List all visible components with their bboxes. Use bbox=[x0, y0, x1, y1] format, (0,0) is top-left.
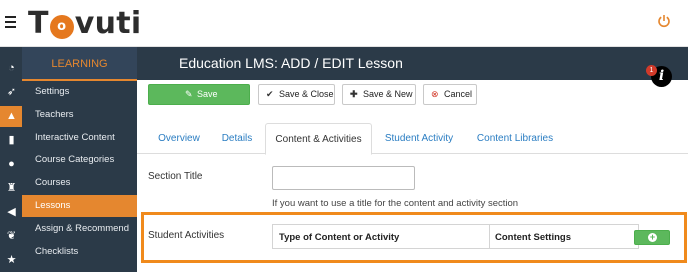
trophy-icon[interactable]: ♜ bbox=[5, 182, 18, 195]
cancel-label: Cancel bbox=[444, 89, 473, 99]
sidebar-item-course-categories[interactable]: Course Categories bbox=[22, 149, 137, 171]
bar-chart-icon[interactable]: ▮ bbox=[5, 134, 18, 147]
tab-student-activity[interactable]: Student Activity bbox=[380, 123, 458, 154]
sidebar-title: LEARNING bbox=[22, 47, 137, 81]
save-close-button[interactable]: ✔ Save & Close bbox=[258, 84, 335, 105]
logo-text-left: T bbox=[28, 6, 49, 41]
notification-badge: 1 bbox=[646, 65, 657, 76]
table-header-settings: Content Settings bbox=[489, 225, 640, 248]
tab-overview[interactable]: Overview bbox=[148, 123, 210, 154]
save-icon: ✎ bbox=[185, 89, 193, 99]
sidebar-item-assign-recommend[interactable]: Assign & Recommend bbox=[22, 218, 137, 240]
rocket-icon[interactable]: ➶ bbox=[5, 86, 18, 99]
cancel-button[interactable]: ⊗ Cancel bbox=[423, 84, 477, 105]
hamburger-menu-icon[interactable] bbox=[5, 16, 16, 28]
gauge-icon[interactable]: ◔ bbox=[5, 62, 18, 75]
sidebar-item-teachers[interactable]: Teachers bbox=[22, 104, 137, 126]
main-content: Education LMS: ADD / EDIT Lesson i 1 ✎ Sa… bbox=[137, 47, 688, 272]
star-icon[interactable]: ★ bbox=[5, 254, 18, 267]
top-bar: To vuti bbox=[0, 0, 688, 47]
check-icon: ✔ bbox=[266, 89, 274, 99]
section-title-input[interactable] bbox=[272, 166, 415, 190]
users-icon[interactable]: ● bbox=[5, 158, 18, 171]
add-activity-button[interactable]: + bbox=[634, 230, 670, 245]
leaf-icon[interactable]: ❦ bbox=[5, 230, 18, 243]
power-icon[interactable] bbox=[657, 14, 671, 28]
sidebar-item-settings[interactable]: Settings bbox=[22, 81, 137, 103]
icon-rail: ◔ ➶ ▲ ▮ ● ♜ ◀ ❦ ★ bbox=[0, 47, 22, 272]
sidebar-item-courses[interactable]: Courses bbox=[22, 172, 137, 194]
page-title: Education LMS: ADD / EDIT Lesson bbox=[137, 47, 688, 80]
section-title-help: If you want to use a title for the conte… bbox=[272, 198, 519, 209]
logo-text-right: vuti bbox=[74, 6, 142, 41]
save-new-button[interactable]: ✚ Save & New bbox=[342, 84, 416, 105]
graduation-cap-icon[interactable]: ▲ bbox=[5, 110, 18, 123]
tab-details[interactable]: Details bbox=[217, 123, 257, 154]
save-button[interactable]: ✎ Save bbox=[148, 84, 250, 105]
cancel-icon: ⊗ bbox=[431, 89, 439, 99]
add-icon: + bbox=[648, 232, 657, 242]
logo-globe-icon: o bbox=[49, 15, 74, 39]
sidebar-item-lessons[interactable]: Lessons bbox=[22, 195, 137, 217]
plus-icon: ✚ bbox=[350, 89, 358, 99]
tovuti-logo[interactable]: To vuti bbox=[28, 4, 142, 44]
save-close-label: Save & Close bbox=[279, 89, 334, 99]
activities-table: Type of Content or Activity Content Sett… bbox=[272, 224, 639, 249]
sidebar-item-checklists[interactable]: Checklists bbox=[22, 241, 137, 263]
tab-content-libraries[interactable]: Content Libraries bbox=[470, 123, 560, 154]
megaphone-icon[interactable]: ◀ bbox=[5, 206, 18, 219]
save-label: Save bbox=[197, 89, 218, 99]
student-activities-label: Student Activities bbox=[148, 230, 225, 241]
section-title-label: Section Title bbox=[148, 171, 203, 182]
save-new-label: Save & New bbox=[363, 89, 413, 99]
tab-bar: Overview Details Content & Activities St… bbox=[137, 123, 688, 155]
sidebar-item-interactive-content[interactable]: Interactive Content bbox=[22, 127, 137, 149]
sidebar-menu: LEARNING Settings Teachers Interactive C… bbox=[22, 47, 137, 272]
tab-content-activities[interactable]: Content & Activities bbox=[265, 123, 372, 155]
table-header-type: Type of Content or Activity bbox=[279, 232, 400, 243]
